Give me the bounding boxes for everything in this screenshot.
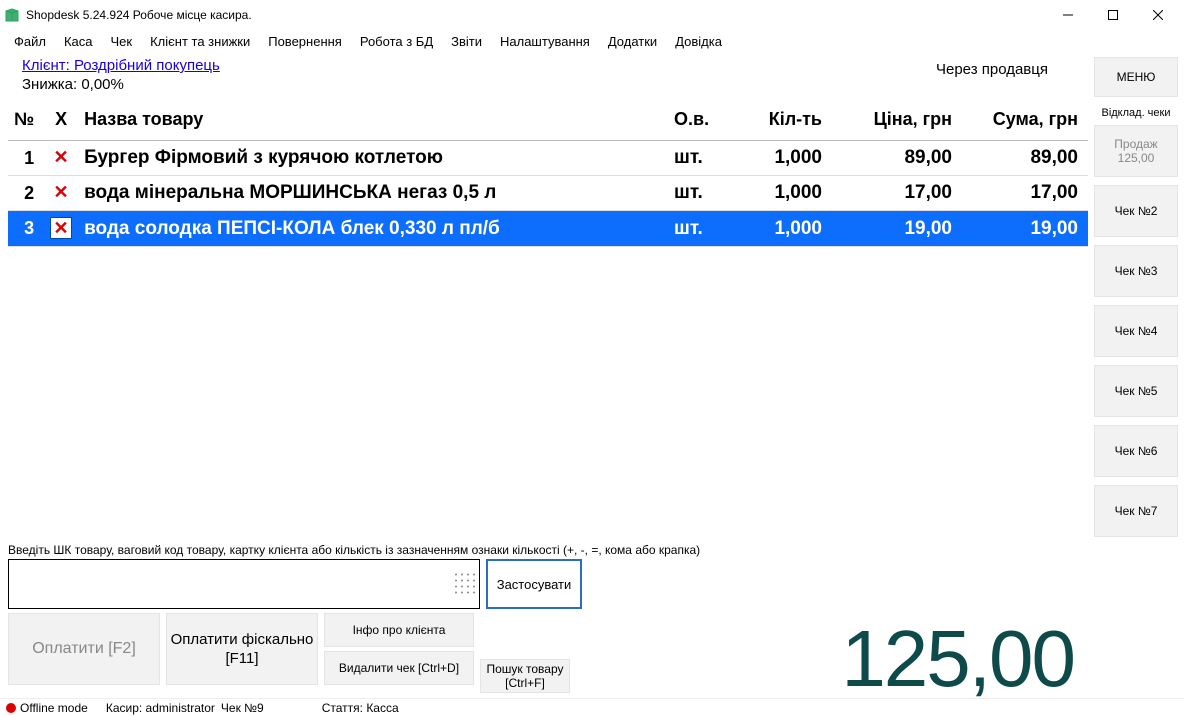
discount-label: Знижка: 0,00% xyxy=(22,76,936,93)
cheque-button-1[interactable]: Продаж125,00 xyxy=(1094,125,1178,177)
col-unit: О.в. xyxy=(668,101,718,141)
statusbar: Offline mode Касир: administrator Чек №9… xyxy=(0,698,1184,716)
cell-name: вода солодка ПЕПСІ-КОЛА блек 0,330 л пл/… xyxy=(78,211,668,247)
status-article: Стаття: Касса xyxy=(322,701,399,715)
pay-button[interactable]: Оплатити [F2] xyxy=(8,613,160,685)
cell-qty: 1,000 xyxy=(718,141,828,176)
seller-label: Через продавця xyxy=(936,57,1088,78)
menu-робота з бд[interactable]: Робота з БД xyxy=(352,32,441,51)
barcode-input[interactable] xyxy=(9,560,479,608)
status-cheque: Чек №9 xyxy=(221,701,264,715)
cell-price: 19,00 xyxy=(828,211,958,247)
cell-sum: 19,00 xyxy=(958,211,1088,247)
table-row[interactable]: 2 ✕ вода мінеральна МОРШИНСЬКА негаз 0,5 л… xyxy=(8,176,1088,211)
cell-unit: шт. xyxy=(668,141,718,176)
cell-num: 1 xyxy=(8,141,44,176)
cell-sum: 89,00 xyxy=(958,141,1088,176)
col-price: Ціна, грн xyxy=(828,101,958,141)
col-sum: Сума, грн xyxy=(958,101,1088,141)
table-row[interactable]: 1 ✕ Бургер Фірмовий з курячою котлетоюшт.1… xyxy=(8,141,1088,176)
cheque-button-2[interactable]: Чек №2 xyxy=(1094,185,1178,237)
cheque-button-6[interactable]: Чек №6 xyxy=(1094,425,1178,477)
grip-icon xyxy=(455,574,475,595)
cell-unit: шт. xyxy=(668,176,718,211)
cheque-button-4[interactable]: Чек №4 xyxy=(1094,305,1178,357)
entry-input-wrap xyxy=(8,559,480,609)
offline-text: Offline mode xyxy=(20,701,88,715)
col-delete: Х xyxy=(44,101,78,141)
cell-name: вода мінеральна МОРШИНСЬКА негаз 0,5 л xyxy=(78,176,668,211)
cell-delete[interactable]: ✕ xyxy=(44,211,78,247)
col-num: № xyxy=(8,101,44,141)
menu-додатки[interactable]: Додатки xyxy=(600,32,665,51)
total-display: 125,00 xyxy=(576,619,1088,699)
apply-button[interactable]: Застосувати xyxy=(486,559,582,609)
cell-price: 89,00 xyxy=(828,141,958,176)
titlebar: Shopdesk 5.24.924 Робоче місце касира. xyxy=(0,0,1184,30)
client-link[interactable]: Клієнт: Роздрібний покупець xyxy=(22,57,220,74)
entry-hint: Введіть ШК товару, ваговий код товару, к… xyxy=(8,543,1088,557)
menubar: ФайлКасаЧекКлієнт та знижкиПоверненняРоб… xyxy=(0,30,1184,53)
cell-qty: 1,000 xyxy=(718,211,828,247)
delete-icon[interactable]: ✕ xyxy=(50,147,72,169)
menu-звіти[interactable]: Звіти xyxy=(443,32,490,51)
cell-qty: 1,000 xyxy=(718,176,828,211)
menu-чек[interactable]: Чек xyxy=(103,32,141,51)
cell-unit: шт. xyxy=(668,211,718,247)
table-row[interactable]: 3 ✕ вода солодка ПЕПСІ-КОЛА блек 0,330 л п… xyxy=(8,211,1088,247)
items-table: № Х Назва товару О.в. Кіл-ть Ціна, грн С… xyxy=(8,101,1088,541)
minimize-button[interactable] xyxy=(1045,0,1090,30)
col-name: Назва товару xyxy=(78,101,668,141)
status-cashier: Касир: administrator xyxy=(106,701,215,715)
client-info-button[interactable]: Інфо про клієнта xyxy=(324,613,474,647)
cell-name: Бургер Фірмовий з курячою котлетою xyxy=(78,141,668,176)
delete-icon[interactable]: ✕ xyxy=(50,217,72,239)
pay-fiscal-button[interactable]: Оплатити фіскально [F11] xyxy=(166,613,318,685)
delete-icon[interactable]: ✕ xyxy=(50,182,72,204)
offline-indicator-icon xyxy=(6,703,16,713)
cell-num: 3 xyxy=(8,211,44,247)
pending-cheques-label: Відклад. чеки xyxy=(1094,107,1178,119)
menu-каса[interactable]: Каса xyxy=(56,32,101,51)
cell-num: 2 xyxy=(8,176,44,211)
menu-button[interactable]: МЕНЮ xyxy=(1094,57,1178,97)
cheque-button-7[interactable]: Чек №7 xyxy=(1094,485,1178,537)
cheque-button-3[interactable]: Чек №3 xyxy=(1094,245,1178,297)
cell-price: 17,00 xyxy=(828,176,958,211)
menu-клієнт та знижки[interactable]: Клієнт та знижки xyxy=(142,32,258,51)
delete-cheque-button[interactable]: Видалити чек [Ctrl+D] xyxy=(324,651,474,685)
cell-delete[interactable]: ✕ xyxy=(44,176,78,211)
status-offline: Offline mode xyxy=(6,701,88,715)
menu-довідка[interactable]: Довідка xyxy=(667,32,730,51)
menu-файл[interactable]: Файл xyxy=(6,32,54,51)
menu-налаштування[interactable]: Налаштування xyxy=(492,32,598,51)
maximize-button[interactable] xyxy=(1090,0,1135,30)
app-icon xyxy=(4,7,20,23)
menu-повернення[interactable]: Повернення xyxy=(260,32,350,51)
search-item-button[interactable]: Пошук товару [Ctrl+F] xyxy=(480,659,570,693)
col-qty: Кіл-ть xyxy=(718,101,828,141)
cell-delete[interactable]: ✕ xyxy=(44,141,78,176)
window-title: Shopdesk 5.24.924 Робоче місце касира. xyxy=(26,8,1045,22)
cell-sum: 17,00 xyxy=(958,176,1088,211)
close-button[interactable] xyxy=(1135,0,1180,30)
cheque-button-5[interactable]: Чек №5 xyxy=(1094,365,1178,417)
header-row: Клієнт: Роздрібний покупець Знижка: 0,00… xyxy=(8,53,1088,95)
